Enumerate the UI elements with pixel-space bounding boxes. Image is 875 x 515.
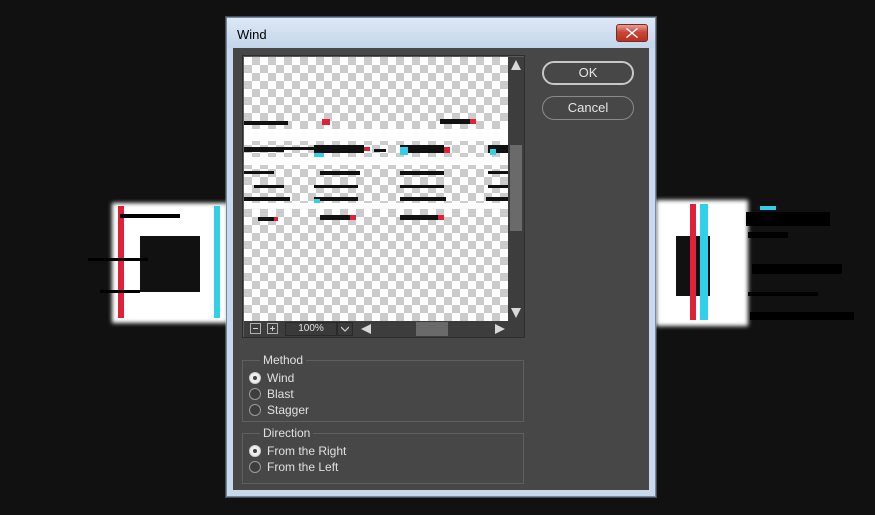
method-option-label: Wind [267, 371, 295, 385]
minus-square-icon [253, 328, 258, 329]
dialog-body: 100% OK Cancel Method Wind Blast Stagger… [233, 48, 649, 490]
ok-button[interactable]: OK [542, 61, 634, 85]
title-bar[interactable]: Wind [227, 18, 655, 48]
preview-canvas[interactable] [244, 57, 508, 321]
direction-option-label: From the Left [267, 460, 339, 474]
wind-dialog: Wind 100% OK Cancel Method Wind Blast St… [226, 17, 656, 497]
method-group: Method Wind Blast Stagger [242, 353, 524, 422]
zoom-dropdown-button[interactable] [337, 322, 353, 336]
method-option-label: Stagger [267, 403, 310, 417]
radio-button-checked[interactable] [249, 372, 261, 384]
zoom-in-button[interactable] [267, 323, 278, 334]
radio-button[interactable] [249, 461, 261, 473]
horizontal-scrollbar[interactable] [358, 322, 508, 336]
method-option-label: Blast [267, 387, 294, 401]
direction-legend: Direction [260, 426, 314, 440]
preview-panel: 100% [242, 55, 525, 338]
close-icon [626, 28, 638, 38]
zoom-out-button[interactable] [250, 323, 261, 334]
scroll-left-arrow-icon[interactable] [360, 323, 372, 335]
cancel-button[interactable]: Cancel [542, 96, 634, 120]
zoom-level-field[interactable]: 100% [285, 322, 337, 336]
radio-button-checked[interactable] [249, 445, 261, 457]
vertical-scrollbar[interactable] [508, 57, 524, 321]
horizontal-scroll-thumb[interactable] [416, 322, 448, 336]
close-button[interactable] [616, 24, 648, 42]
vertical-scroll-thumb[interactable] [510, 145, 522, 231]
scroll-down-arrow-icon[interactable] [510, 307, 522, 319]
zoom-bar: 100% [244, 321, 524, 337]
radio-button[interactable] [249, 404, 261, 416]
scroll-right-arrow-icon[interactable] [494, 323, 506, 335]
direction-option-label: From the Right [267, 444, 347, 458]
direction-group: Direction From the Right From the Left [242, 426, 524, 484]
dialog-title: Wind [237, 27, 267, 42]
radio-button[interactable] [249, 388, 261, 400]
scroll-up-arrow-icon[interactable] [510, 59, 522, 71]
plus-square-icon [270, 326, 275, 331]
chevron-down-icon [341, 326, 349, 332]
method-legend: Method [260, 353, 307, 367]
